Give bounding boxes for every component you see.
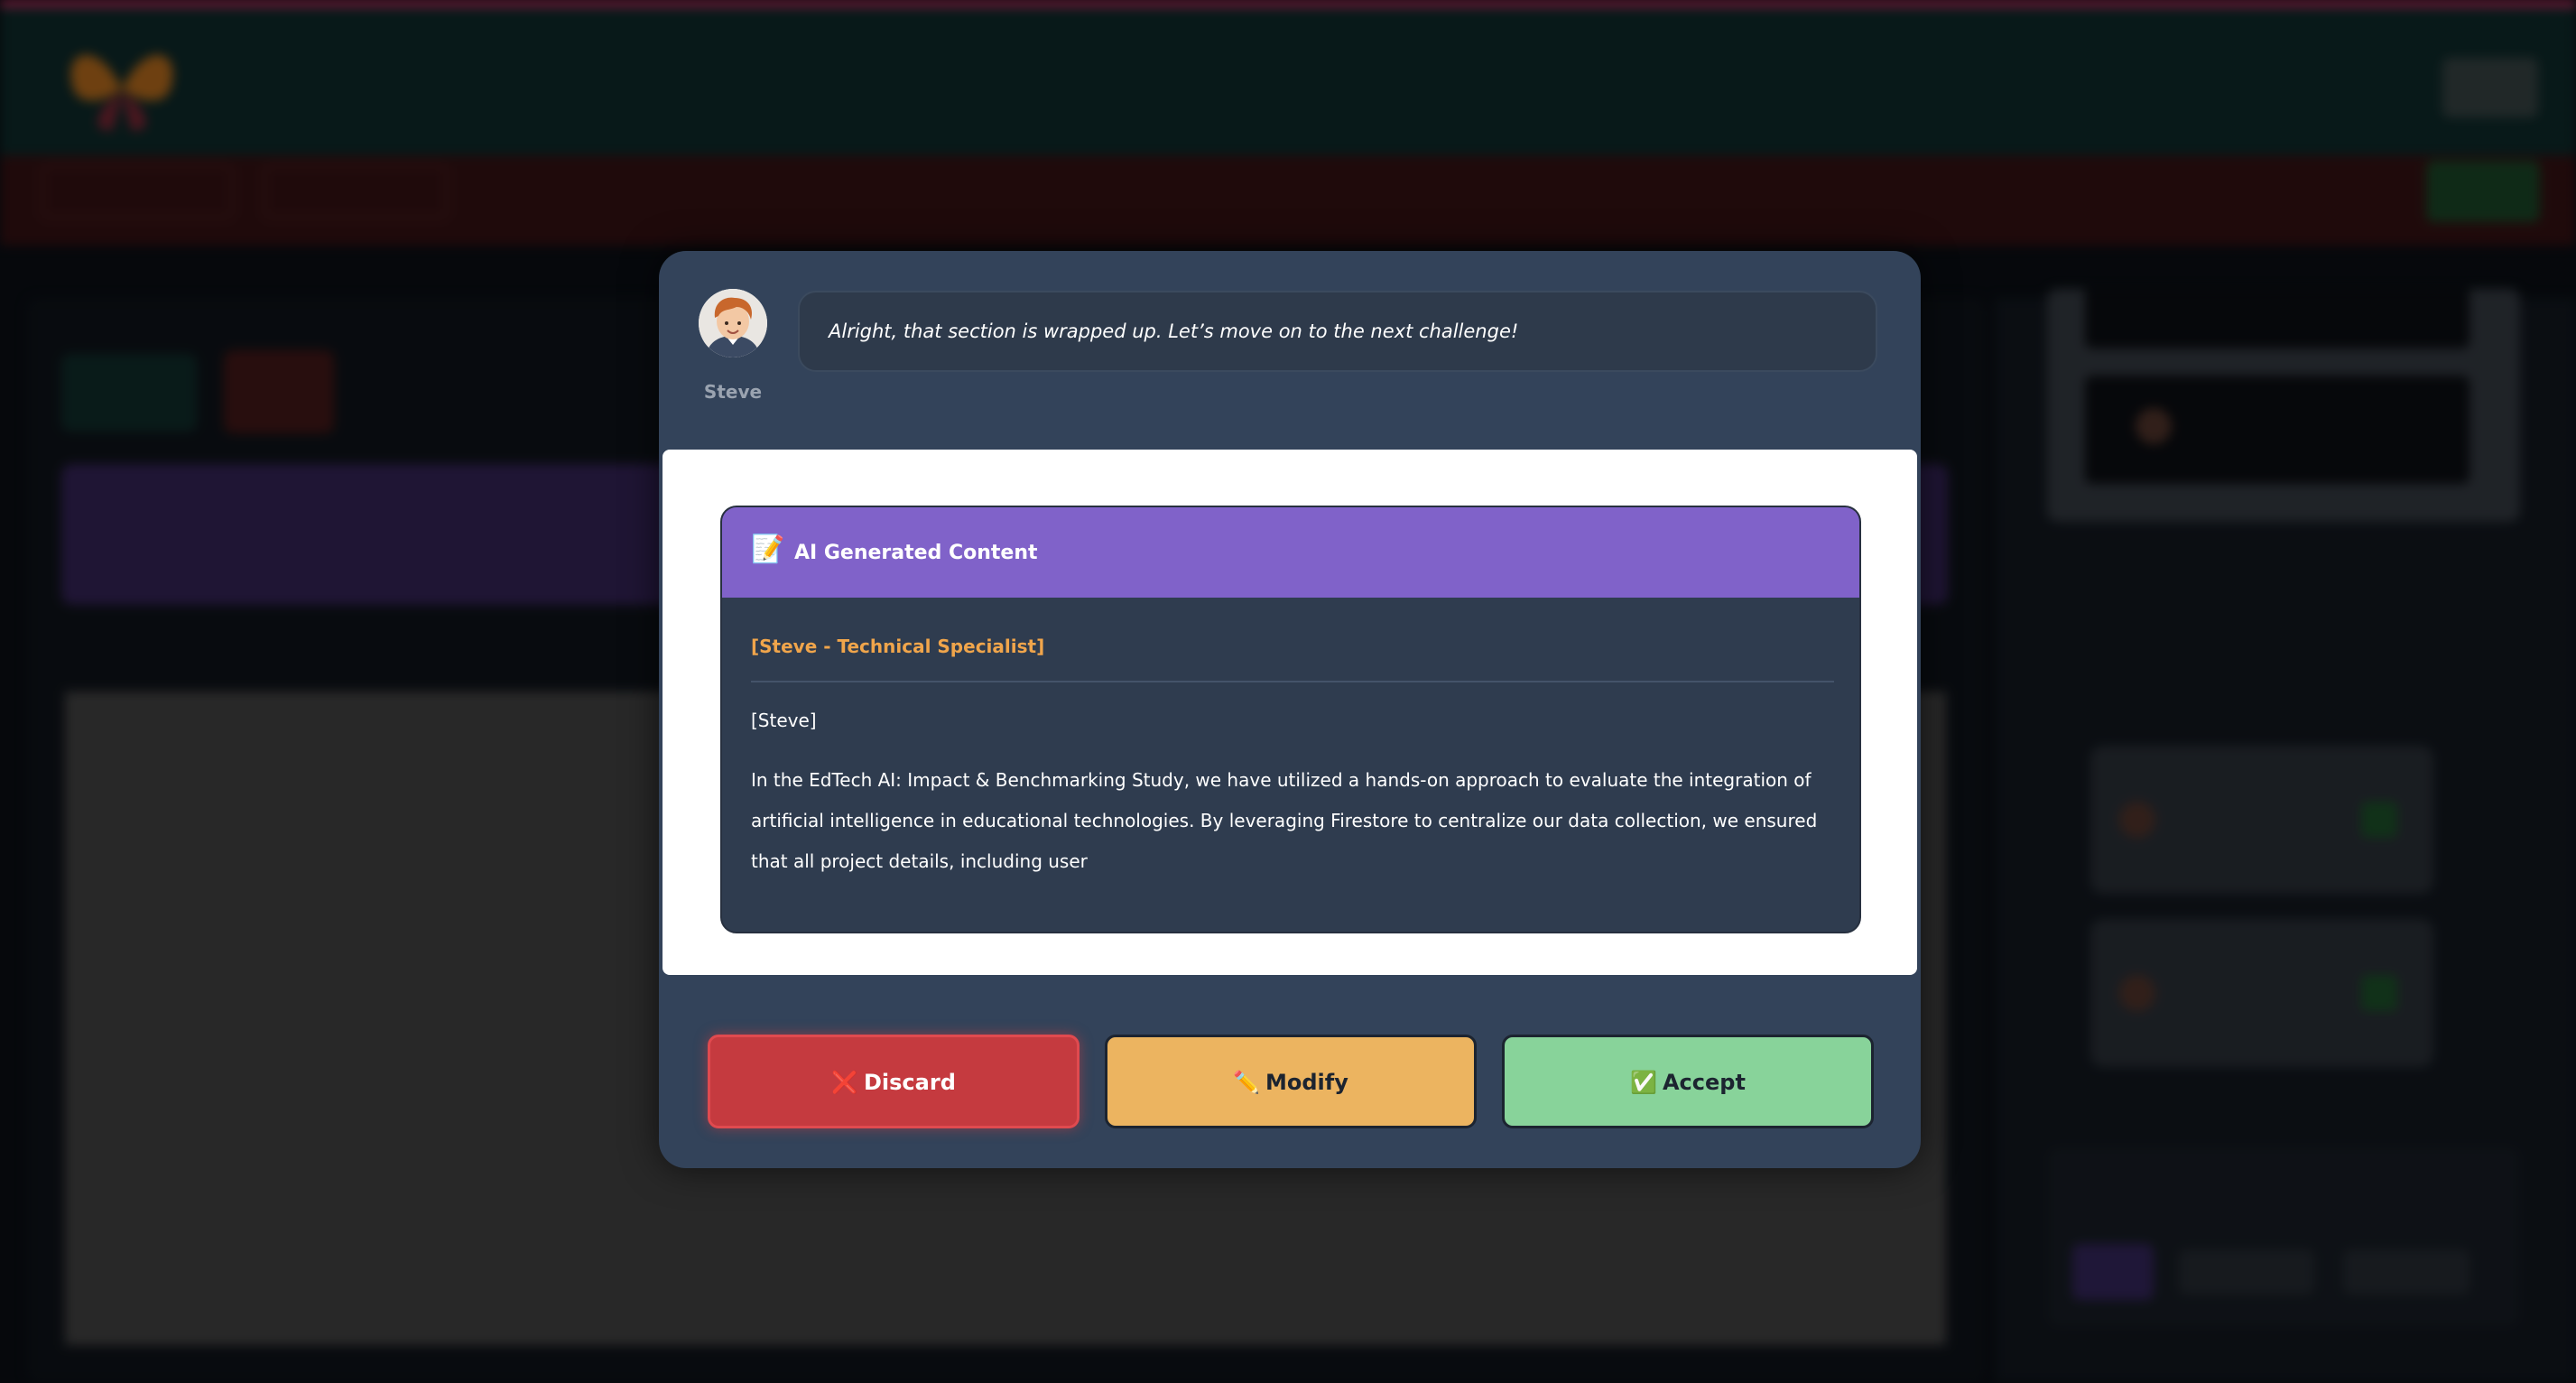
card-header: 📝 AI Generated Content bbox=[722, 507, 1859, 598]
ai-generated-content-card: 📝 AI Generated Content [Steve - Technica… bbox=[720, 506, 1861, 933]
card-title: AI Generated Content bbox=[794, 542, 1038, 564]
discard-label: Discard bbox=[864, 1070, 956, 1095]
steve-avatar-icon bbox=[699, 289, 767, 357]
cross-icon: ❌ bbox=[831, 1070, 858, 1095]
content-area: 📝 AI Generated Content [Steve - Technica… bbox=[663, 450, 1917, 975]
speaker-line: [Steve] bbox=[751, 710, 817, 731]
ai-content-modal: Steve Alright, that section is wrapped u… bbox=[659, 251, 1921, 1168]
speech-bubble: Alright, that section is wrapped up. Let… bbox=[798, 291, 1877, 372]
divider bbox=[751, 681, 1834, 682]
assistant-name: Steve bbox=[703, 381, 763, 403]
discard-button[interactable]: ❌ Discard bbox=[708, 1035, 1080, 1128]
speech-text: Alright, that section is wrapped up. Let… bbox=[829, 320, 1519, 342]
accept-label: Accept bbox=[1662, 1070, 1746, 1095]
modify-label: Modify bbox=[1265, 1070, 1348, 1095]
pencil-icon: ✏️ bbox=[1233, 1070, 1260, 1095]
memo-icon: 📝 bbox=[751, 534, 785, 565]
assistant-avatar bbox=[699, 289, 767, 357]
checkmark-icon: ✅ bbox=[1630, 1070, 1657, 1095]
modify-button[interactable]: ✏️ Modify bbox=[1105, 1035, 1477, 1128]
generated-text[interactable]: In the EdTech AI: Impact & Benchmarking … bbox=[751, 760, 1834, 882]
accept-button[interactable]: ✅ Accept bbox=[1502, 1035, 1874, 1128]
role-line: [Steve - Technical Specialist] bbox=[751, 636, 1045, 657]
